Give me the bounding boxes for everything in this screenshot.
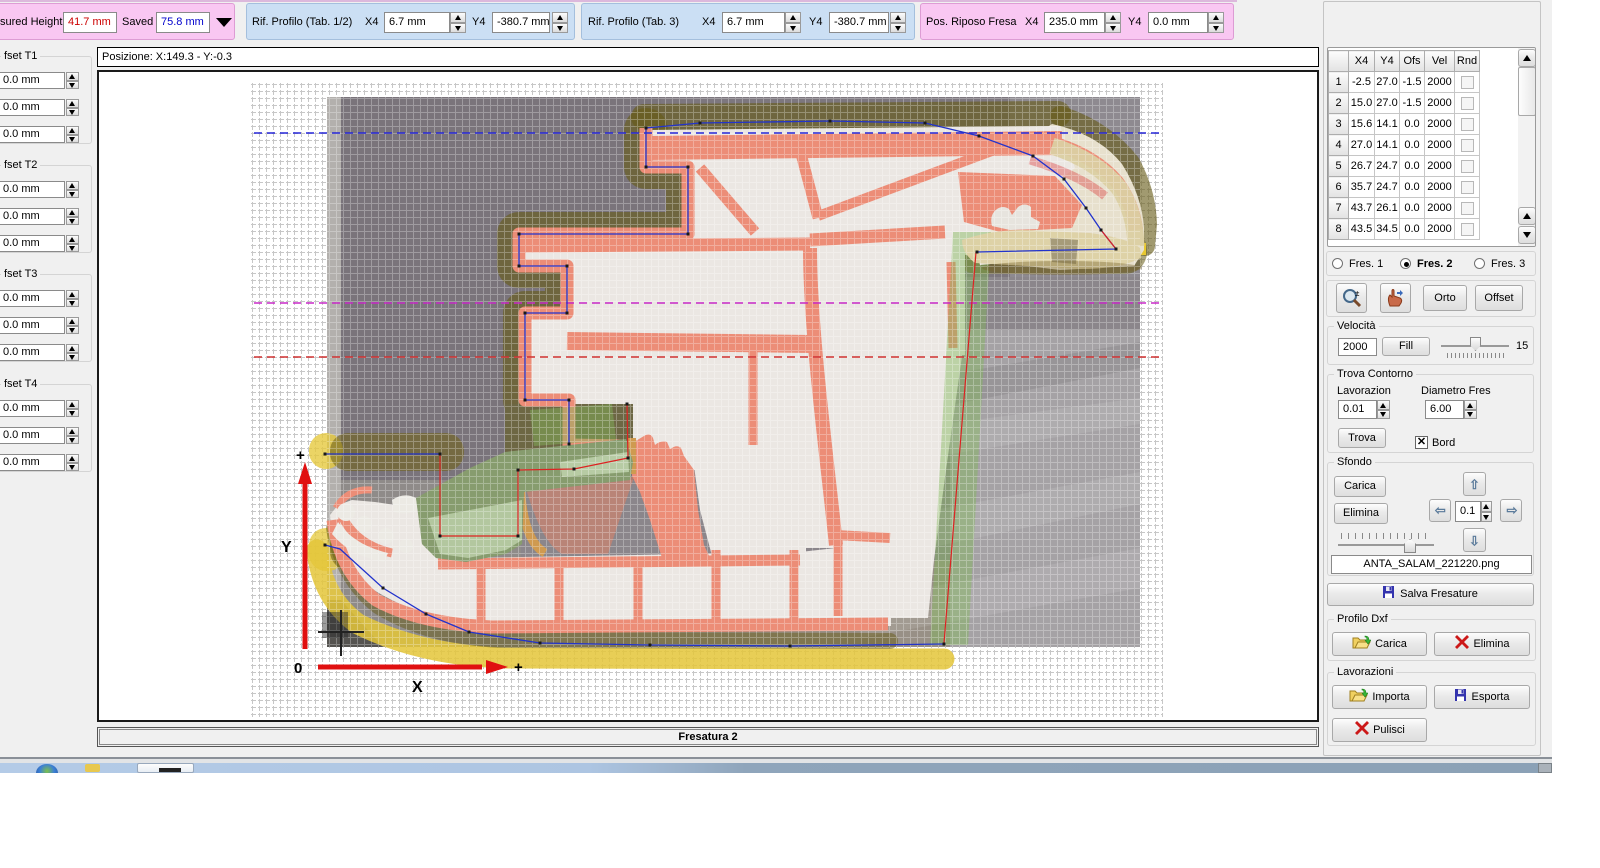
svg-text:+: + <box>296 447 305 464</box>
svg-text:Y: Y <box>281 539 292 556</box>
svg-text:±: ± <box>1355 289 1360 298</box>
svg-text:X: X <box>412 679 423 696</box>
svg-text:0: 0 <box>294 660 302 677</box>
svg-text:+: + <box>514 659 523 676</box>
